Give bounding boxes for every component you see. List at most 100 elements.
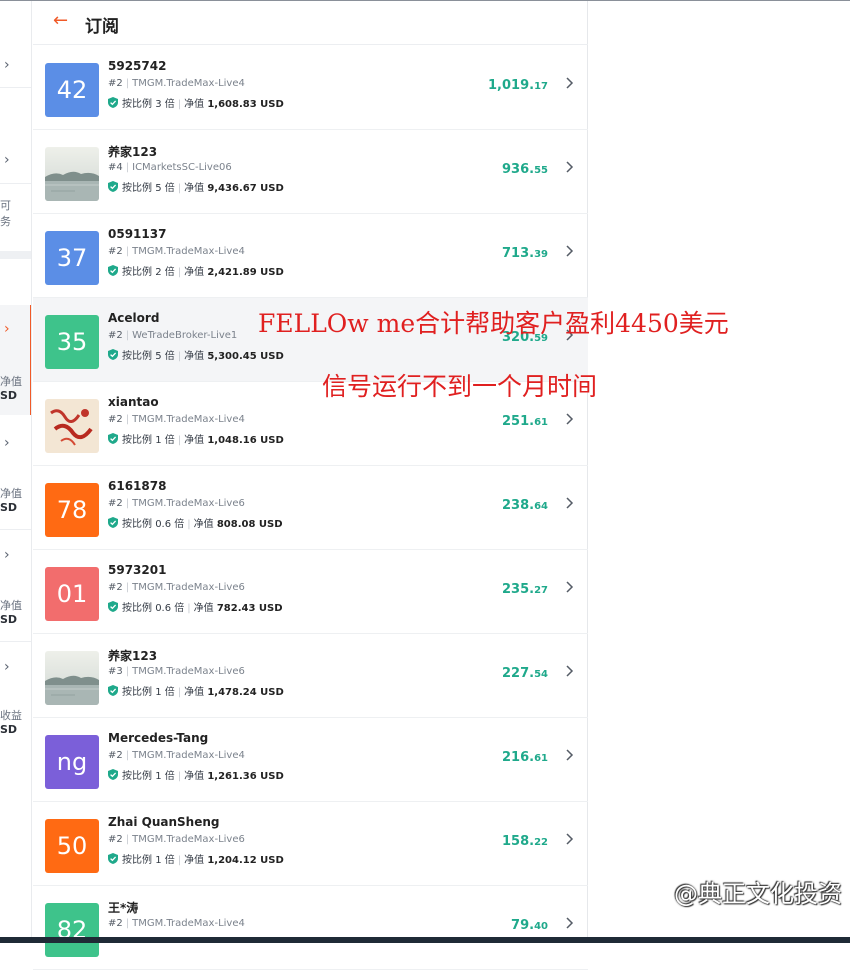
chevron-right-icon[interactable]: › xyxy=(4,435,10,451)
annotation-line-1: FELLOw me合计帮助客户盈利4450美元 xyxy=(258,309,729,338)
signal-name: Zhai QuanSheng xyxy=(108,815,220,829)
divider xyxy=(0,529,31,530)
left-panel-text: 务 xyxy=(0,215,11,228)
ratio-prefix: 按比例 xyxy=(122,771,152,782)
subscription-row[interactable]: 78 6161878 #2 | TMGM.TradeMax-Live6 按比例 0.6 倍… xyxy=(33,466,588,550)
subscription-row[interactable]: 01 5973201 #2 | TMGM.TradeMax-Live6 按比例 0.6 倍… xyxy=(33,550,588,634)
signal-name: Mercedes-Tang xyxy=(108,731,209,745)
chevron-right-icon[interactable] xyxy=(564,159,574,175)
signal-rank: #2 xyxy=(108,834,123,845)
ratio-prefix: 按比例 xyxy=(122,183,152,194)
chevron-right-icon[interactable]: › xyxy=(4,57,10,73)
equity-label: 净值 xyxy=(184,183,205,194)
signal-name: 5925742 xyxy=(108,59,167,73)
profit-value: 713.39 xyxy=(502,246,548,261)
divider xyxy=(0,183,31,184)
chevron-right-icon[interactable]: › xyxy=(4,547,10,563)
signal-name: 6161878 xyxy=(108,479,167,493)
profit-value: 158.22 xyxy=(502,834,548,849)
ratio-value: 1 xyxy=(155,771,162,782)
equity-value: 1,204.12 USD xyxy=(207,855,284,866)
signal-meta: #4 | ICMarketsSC-Live06 xyxy=(108,162,232,173)
subscription-row[interactable]: 50 Zhai QuanSheng #2 | TMGM.TradeMax-Live6 按比… xyxy=(33,802,588,886)
copy-settings: 按比例 0.6 倍 | 净值 808.08 USD xyxy=(108,515,283,530)
left-panel-text: 可 xyxy=(0,199,11,212)
ratio-prefix: 按比例 xyxy=(122,603,152,614)
chevron-right-icon[interactable] xyxy=(564,243,574,259)
profit-value: 216.61 xyxy=(502,750,548,765)
equity-value: 5,300.45 USD xyxy=(207,351,284,362)
subscription-row[interactable]: 82 王*涛 #2 | TMGM.TradeMax-Live4 79.40 xyxy=(33,886,588,970)
broker-server: TMGM.TradeMax-Live6 xyxy=(132,582,245,593)
subscription-row[interactable]: 养家123 #3 | TMGM.TradeMax-Live6 按比例 1 倍 | 净值 1,… xyxy=(33,634,588,718)
avatar: 37 xyxy=(45,231,99,285)
profit-value: 79.40 xyxy=(511,918,548,933)
ratio-prefix: 按比例 xyxy=(122,435,152,446)
signal-meta: #2 | TMGM.TradeMax-Live6 xyxy=(108,582,245,593)
broker-server: TMGM.TradeMax-Live6 xyxy=(132,498,245,509)
signal-meta: #2 | TMGM.TradeMax-Live6 xyxy=(108,498,245,509)
subscription-row[interactable]: 37 0591137 #2 | TMGM.TradeMax-Live4 按比例 2 倍 | 净… xyxy=(33,214,588,298)
signal-rank: #2 xyxy=(108,582,123,593)
ratio-suffix: 倍 xyxy=(164,183,175,194)
taskbar-edge xyxy=(0,937,850,943)
equity-value: 1,608.83 USD xyxy=(207,99,284,110)
ratio-prefix: 按比例 xyxy=(122,519,152,530)
chevron-right-icon[interactable]: › xyxy=(4,152,10,168)
chevron-right-icon[interactable] xyxy=(564,75,574,91)
panel-header: ← 订阅 xyxy=(33,1,588,45)
profit-value: 238.64 xyxy=(502,498,548,513)
copy-settings: 按比例 1 倍 | 净值 1,048.16 USD xyxy=(108,431,284,446)
avatar: ng xyxy=(45,735,99,789)
signal-name: Acelord xyxy=(108,311,160,325)
ratio-suffix: 倍 xyxy=(174,603,185,614)
ratio-value: 3 xyxy=(155,99,162,110)
chevron-right-icon[interactable] xyxy=(564,579,574,595)
profit-value: 235.27 xyxy=(502,582,548,597)
signal-rank: #2 xyxy=(108,750,123,761)
left-panel-text: 净值 xyxy=(0,375,22,388)
broker-server: TMGM.TradeMax-Live6 xyxy=(132,834,245,845)
ratio-suffix: 倍 xyxy=(174,519,185,530)
annotation-line-2: 信号运行不到一个月时间 xyxy=(322,372,598,401)
equity-label: 净值 xyxy=(184,771,205,782)
chevron-right-icon[interactable] xyxy=(564,663,574,679)
chevron-right-icon[interactable] xyxy=(564,747,574,763)
chevron-right-icon[interactable] xyxy=(564,915,574,931)
signal-rank: #2 xyxy=(108,246,123,257)
arrow-left-icon[interactable]: ← xyxy=(53,10,68,31)
signal-meta: #2 | WeTradeBroker-Live1 xyxy=(108,330,238,341)
chevron-right-icon[interactable] xyxy=(564,495,574,511)
avatar: 42 xyxy=(45,63,99,117)
equity-value: 782.43 USD xyxy=(216,603,283,614)
chevron-right-icon[interactable]: › xyxy=(4,321,10,337)
equity-label: 净值 xyxy=(193,519,214,530)
subscription-panel: ← 订阅 42 5925742 #2 | TMGM.TradeMax-Live4 按比例 … xyxy=(33,1,588,970)
chevron-right-icon[interactable] xyxy=(564,411,574,427)
profit-value: 251.61 xyxy=(502,414,548,429)
equity-label: 净值 xyxy=(184,351,205,362)
equity-value: 1,478.24 USD xyxy=(207,687,284,698)
broker-server: TMGM.TradeMax-Live4 xyxy=(132,918,245,929)
equity-label: 净值 xyxy=(184,435,205,446)
app-window: › › 可 务 › 净值 SD › 净值 SD › 净值 SD › 收益 SD … xyxy=(0,0,850,970)
signal-name: 养家123 xyxy=(108,649,158,663)
equity-value: 1,261.36 USD xyxy=(207,771,284,782)
subscription-row[interactable]: ng Mercedes-Tang #2 | TMGM.TradeMax-Live4 按比例… xyxy=(33,718,588,802)
copy-settings: 按比例 5 倍 | 净值 5,300.45 USD xyxy=(108,347,284,362)
equity-value: 1,048.16 USD xyxy=(207,435,284,446)
ratio-prefix: 按比例 xyxy=(122,99,152,110)
ratio-suffix: 倍 xyxy=(164,351,175,362)
signal-meta: #2 | TMGM.TradeMax-Live4 xyxy=(108,414,245,425)
copy-settings: 按比例 1 倍 | 净值 1,478.24 USD xyxy=(108,683,284,698)
divider xyxy=(0,641,31,642)
signal-rank: #4 xyxy=(108,162,123,173)
subscription-row[interactable]: 42 5925742 #2 | TMGM.TradeMax-Live4 按比例 3 倍 | 净… xyxy=(33,46,588,130)
equity-label: 净值 xyxy=(184,99,205,110)
signal-name: 0591137 xyxy=(108,227,167,241)
chevron-right-icon[interactable]: › xyxy=(4,659,10,675)
broker-server: WeTradeBroker-Live1 xyxy=(132,330,238,341)
subscription-row[interactable]: 养家123 #4 | ICMarketsSC-Live06 按比例 5 倍 | 净值 9,4… xyxy=(33,130,588,214)
chevron-right-icon[interactable] xyxy=(564,831,574,847)
equity-value: 808.08 USD xyxy=(216,519,283,530)
